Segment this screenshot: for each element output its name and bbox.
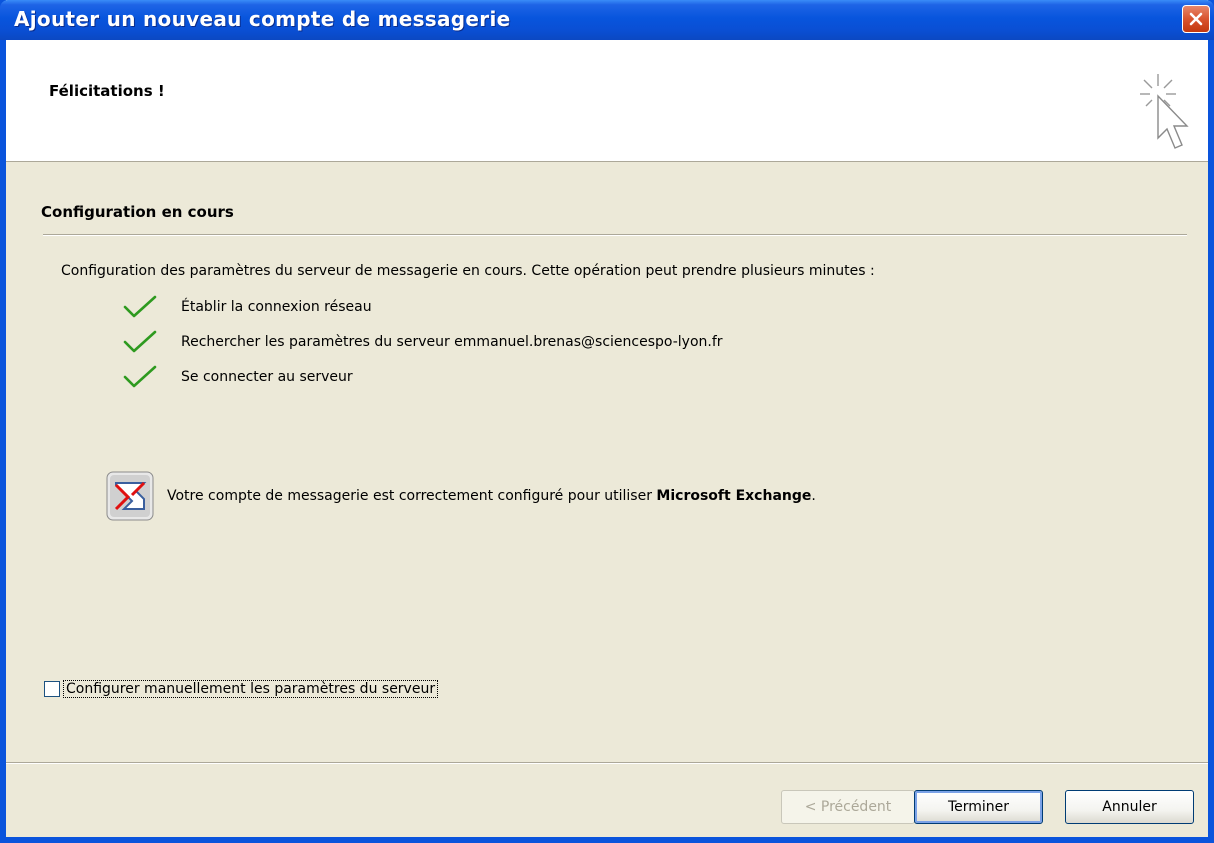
- window-title: Ajouter un nouveau compte de messagerie: [14, 7, 511, 31]
- manual-config-checkbox[interactable]: [44, 681, 60, 697]
- close-icon: [1189, 12, 1203, 26]
- cancel-button[interactable]: Annuler: [1065, 790, 1194, 824]
- step-item: Se connecter au serveur: [123, 364, 353, 390]
- step-label: Rechercher les paramètres du serveur emm…: [181, 334, 723, 350]
- title-bar[interactable]: Ajouter un nouveau compte de messagerie: [0, 0, 1214, 40]
- checkmark-icon: [123, 330, 157, 353]
- close-button[interactable]: [1182, 5, 1210, 33]
- section-title: Configuration en cours: [41, 203, 234, 221]
- step-item: Rechercher les paramètres du serveur emm…: [123, 329, 723, 355]
- checkmark-icon: [123, 295, 157, 318]
- finish-button[interactable]: Terminer: [914, 790, 1043, 824]
- step-label: Établir la connexion réseau: [181, 299, 372, 315]
- step-item: Établir la connexion réseau: [123, 294, 372, 320]
- section-divider: [43, 234, 1187, 236]
- dialog-window: Ajouter un nouveau compte de messagerie …: [0, 0, 1214, 843]
- footer-divider: [6, 762, 1208, 764]
- step-label: Se connecter au serveur: [181, 369, 353, 385]
- checkmark-icon: [123, 365, 157, 388]
- back-button[interactable]: < Précédent: [781, 790, 915, 824]
- description-text: Configuration des paramètres du serveur …: [61, 263, 875, 279]
- result-message: Votre compte de messagerie est correctem…: [167, 488, 816, 504]
- cursor-sparkle-icon: [1140, 74, 1189, 149]
- dialog-header: Félicitations !: [6, 40, 1208, 162]
- manual-config-option[interactable]: Configurer manuellement les paramètres d…: [44, 680, 439, 698]
- result-row: Votre compte de messagerie est correctem…: [106, 471, 816, 521]
- microsoft-exchange-icon: [106, 471, 154, 521]
- product-name: Microsoft Exchange: [656, 488, 812, 504]
- manual-config-label[interactable]: Configurer manuellement les paramètres d…: [63, 680, 439, 698]
- header-title: Félicitations !: [49, 82, 165, 100]
